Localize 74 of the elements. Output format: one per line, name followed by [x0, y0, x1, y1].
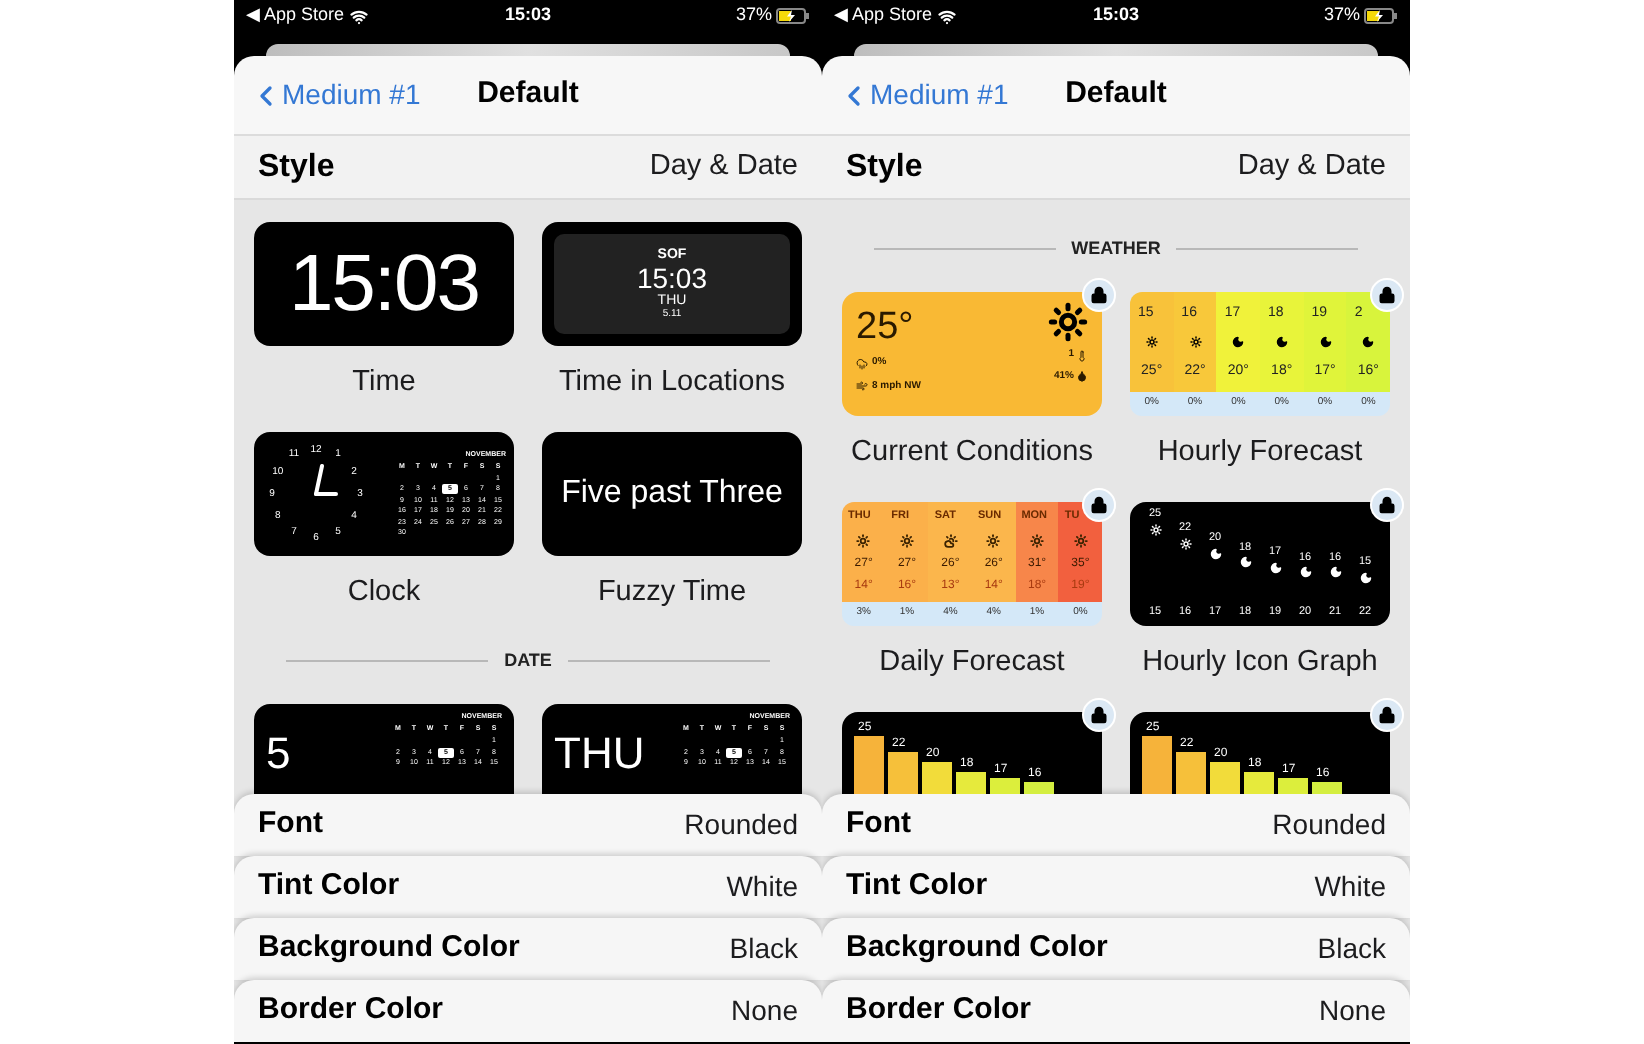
settings-row[interactable]: Border Color None [234, 980, 822, 1042]
clock-hands-icon [314, 464, 338, 496]
moon-icon [1329, 566, 1341, 579]
rain-cloud-icon [856, 357, 868, 370]
thermometer-icon [1076, 349, 1088, 362]
lock-icon [1378, 286, 1396, 304]
widget-label: Daily Forecast [879, 644, 1065, 682]
wifi-icon [350, 7, 369, 25]
widget-label: Clock [347, 574, 421, 612]
nav-title: Default [477, 74, 579, 115]
nav-title: Default [1065, 74, 1167, 115]
settings-row[interactable]: Tint Color White [822, 856, 1410, 918]
sun-icon [986, 533, 1001, 548]
style-picker[interactable]: Style Day & Date [234, 136, 822, 200]
settings-row[interactable]: Background Color Black [234, 918, 822, 980]
moon-icon [1239, 556, 1251, 569]
moon-icon [1362, 336, 1375, 348]
settings-row[interactable]: Background Color Black [822, 918, 1410, 980]
sun-icon [1145, 336, 1158, 348]
lock-icon [1090, 706, 1108, 724]
back-to-app-link[interactable]: ◀ App Store [246, 2, 345, 30]
widget-label: Time [352, 364, 416, 402]
widget-tile[interactable]: Five past Three [542, 432, 802, 556]
widget-tile[interactable]: 15:03 [254, 222, 514, 346]
moon-icon [1209, 547, 1221, 559]
lock-icon [1378, 496, 1396, 514]
settings-row[interactable]: Border Color None [822, 980, 1410, 1042]
back-button[interactable]: Medium #1 [250, 74, 421, 116]
lock-icon [1090, 496, 1108, 514]
sun-icon [1048, 302, 1088, 342]
moon-icon [1275, 336, 1288, 348]
lock-icon [1090, 286, 1108, 304]
temperature: 25° [856, 308, 916, 346]
sun-icon [1149, 523, 1161, 535]
widget-label: Hourly Icon Graph [1142, 644, 1378, 682]
widget-label: Current Conditions [851, 434, 1093, 472]
status-time: 15:03 [504, 2, 552, 29]
moon-icon [1299, 566, 1311, 579]
time-text: 15:03 [288, 238, 480, 332]
section-header: DATE [504, 648, 552, 672]
moon-icon [1232, 336, 1245, 348]
status-time: 15:03 [1092, 2, 1140, 29]
widget-label: Time in Locations [558, 364, 786, 402]
style-picker[interactable]: Style Day & Date [822, 136, 1410, 200]
battery-percent: 37% [735, 2, 772, 29]
battery-percent: 37% [1323, 2, 1360, 29]
back-button[interactable]: Medium #1 [838, 74, 1009, 116]
section-header: WEATHER [1071, 236, 1161, 260]
sun-icon [1030, 533, 1045, 548]
sun-icon [900, 533, 914, 548]
settings-row[interactable]: Font Rounded [234, 794, 822, 856]
back-to-app-link[interactable]: ◀ App Store [834, 2, 933, 30]
settings-row[interactable]: Tint Color White [234, 856, 822, 918]
moon-icon [1269, 561, 1281, 574]
battery-icon [776, 8, 810, 24]
cloud-sun-icon [943, 533, 958, 548]
widget-label: Hourly Forecast [1157, 434, 1363, 472]
battery-icon [1364, 8, 1398, 24]
sun-icon [1073, 533, 1088, 548]
wifi-icon [938, 7, 957, 25]
moon-icon [1319, 336, 1332, 348]
location-time: 15:03 [636, 264, 708, 292]
wind-icon [856, 380, 868, 393]
droplet-icon [1076, 370, 1088, 383]
sun-icon [1189, 336, 1201, 348]
moon-icon [1359, 571, 1371, 583]
settings-row[interactable]: Font Rounded [822, 794, 1410, 856]
fuzzy-time-text: Five past Three [561, 474, 783, 514]
big-day-text: 5 [266, 732, 293, 776]
sun-icon [856, 533, 871, 548]
sun-icon [1179, 537, 1191, 550]
widget-label: Fuzzy Time [597, 574, 747, 612]
big-day-text: THU [554, 732, 647, 776]
lock-icon [1378, 706, 1396, 724]
